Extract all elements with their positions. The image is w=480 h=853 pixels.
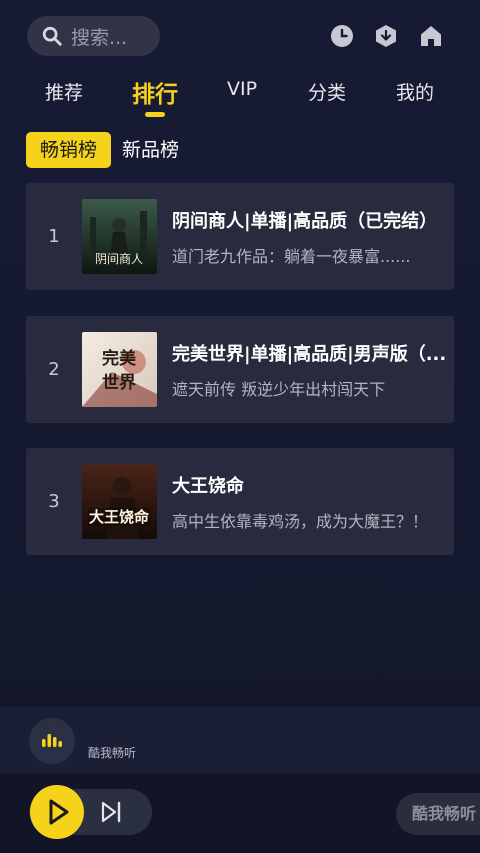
tab-ranking[interactable]: 排行 bbox=[132, 75, 178, 109]
play-button[interactable] bbox=[30, 785, 84, 839]
app-name: 酷我畅听 bbox=[88, 746, 137, 760]
book-cover: 大王饶命 bbox=[82, 464, 157, 539]
book-description: 高中生依靠毒鸡汤，成为大魔王？！ bbox=[172, 512, 429, 531]
sound-wave-icon bbox=[42, 734, 62, 747]
search-bar[interactable]: 搜索... bbox=[27, 16, 160, 56]
book-title: 阴间商人|单播|高品质（已完结） bbox=[172, 211, 438, 232]
list-item[interactable]: 1 阴间商人 阴间商人|单播|高品质（已完结） 道门老九作品：躺着一夜暴富...… bbox=[26, 183, 454, 290]
top-bar: 搜索... bbox=[0, 0, 480, 72]
rank-number: 1 bbox=[48, 226, 60, 247]
next-track-icon[interactable] bbox=[99, 800, 123, 824]
svg-text:世界: 世界 bbox=[102, 373, 136, 393]
rank-number: 2 bbox=[48, 359, 60, 380]
svg-text:完美: 完美 bbox=[102, 348, 137, 369]
play-icon bbox=[49, 799, 69, 825]
main-tabs: 推荐 排行 VIP 分类 我的 bbox=[0, 72, 480, 120]
app-logo bbox=[29, 718, 75, 764]
active-tab-indicator bbox=[145, 112, 165, 117]
book-cover: 完美 世界 bbox=[82, 332, 157, 407]
book-description: 遮天前传 叛逆少年出村闯天下 bbox=[172, 380, 386, 399]
tab-category[interactable]: 分类 bbox=[308, 78, 346, 105]
svg-text:大王饶命: 大王饶命 bbox=[89, 508, 150, 526]
search-placeholder: 搜索... bbox=[71, 26, 128, 49]
book-title: 大王饶命 bbox=[172, 476, 244, 497]
subtab-bestseller[interactable]: 畅销榜 bbox=[26, 132, 112, 168]
tab-recommend[interactable]: 推荐 bbox=[45, 78, 83, 105]
bottom-controls: 酷我畅听 bbox=[0, 773, 480, 853]
book-description: 道门老九作品：躺着一夜暴富...... bbox=[172, 247, 411, 266]
rank-number: 3 bbox=[48, 491, 60, 512]
book-title: 完美世界|单播|高品质|男声版（... bbox=[172, 344, 447, 365]
search-icon bbox=[42, 26, 62, 46]
list-item[interactable]: 3 大王饶命 大王饶命 高中生依靠毒鸡汤，成为大魔王？！ bbox=[26, 448, 454, 555]
download-icon[interactable] bbox=[374, 24, 398, 48]
history-icon[interactable] bbox=[330, 24, 354, 48]
brand-button[interactable]: 酷我畅听 bbox=[396, 793, 480, 835]
tab-vip[interactable]: VIP bbox=[227, 78, 257, 100]
book-cover: 阴间商人 bbox=[82, 199, 157, 274]
svg-text:阴间商人: 阴间商人 bbox=[95, 251, 143, 266]
subtab-new[interactable]: 新品榜 bbox=[122, 132, 179, 168]
ranking-subtabs: 畅销榜 新品榜 bbox=[0, 132, 480, 168]
tab-mine[interactable]: 我的 bbox=[396, 78, 434, 105]
list-item[interactable]: 2 完美 世界 完美世界|单播|高品质|男声版（... 遮天前传 叛逆少年出村闯… bbox=[26, 316, 454, 423]
mini-player-bar[interactable]: 酷我畅听 bbox=[0, 707, 480, 773]
home-icon[interactable] bbox=[419, 24, 443, 48]
